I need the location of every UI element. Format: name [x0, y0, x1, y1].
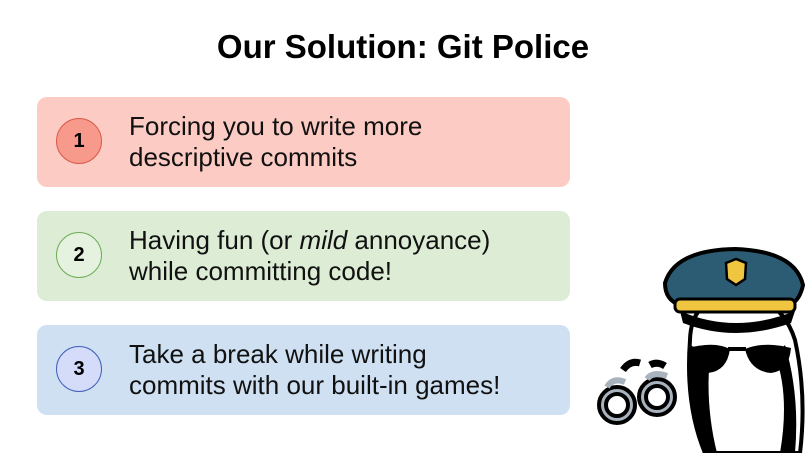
card-2-line-2: while committing code!: [129, 256, 392, 286]
slide-title: Our Solution: Git Police: [216, 28, 590, 65]
card-3-text: Take a break while writing commits with …: [129, 339, 559, 401]
solution-card-3: 3 Take a break while writing commits wit…: [37, 325, 570, 415]
number-badge-3: 3: [56, 346, 102, 392]
card-2-line-1-emphasis: mild: [299, 225, 348, 255]
number-badge-2: 2: [56, 232, 102, 278]
card-3-line-1: Take a break while writing: [129, 339, 427, 369]
git-police-mascot: [597, 246, 806, 453]
card-2-text: Having fun (or mild annoyance) while com…: [129, 225, 559, 287]
handcuffs-icon: [597, 358, 677, 425]
solution-card-1: 1 Forcing you to write more descriptive …: [37, 97, 570, 187]
card-2-line-1-start: Having fun (or: [129, 225, 300, 255]
card-1-line-2: descriptive commits: [129, 142, 358, 172]
number-badge-1: 1: [56, 118, 102, 164]
card-1-text: Forcing you to write more descriptive co…: [129, 111, 559, 173]
card-3-line-2: commits with our built-in games!: [129, 370, 501, 400]
card-2-line-1-end: annoyance): [347, 225, 491, 255]
solution-card-2: 2 Having fun (or mild annoyance) while c…: [37, 211, 570, 301]
card-2-line-1: Having fun (or mild annoyance): [129, 225, 559, 256]
card-1-line-1: Forcing you to write more: [129, 111, 423, 141]
